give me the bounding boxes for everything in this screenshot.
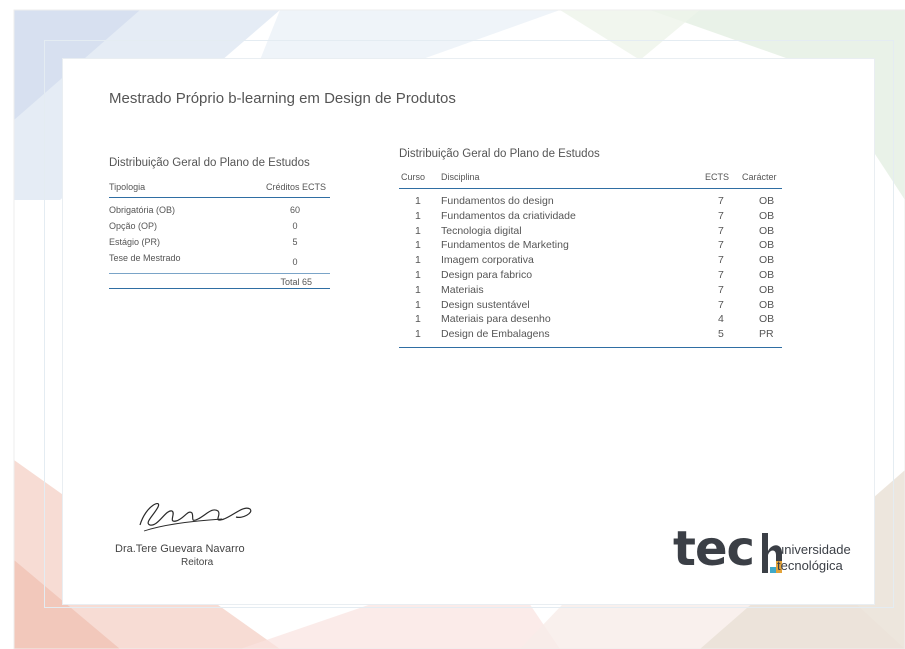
row-credits: 0 (292, 221, 298, 231)
header-rule (109, 197, 330, 198)
summary-row: Obrigatória (OB) 60 (109, 205, 330, 219)
cell-disciplina: Design de Embalagens (441, 328, 550, 341)
row-credits: 0 (292, 257, 298, 267)
summary-row: Opção (OP) 0 (109, 221, 330, 235)
summary-table-title: Distribuição Geral do Plano de Estudos (109, 157, 310, 169)
table-row: 1 Design de Embalagens 5 PR (415, 328, 774, 341)
cell-disciplina: Materiais para desenho (441, 313, 551, 326)
header-tipologia: Tipologia (109, 182, 146, 192)
header-creditos: Créditos ECTS (265, 182, 326, 192)
total-value: Total 65 (280, 277, 312, 287)
row-credits: 60 (289, 205, 301, 215)
cell-disciplina: Design para fabrico (441, 269, 533, 281)
detail-bottom-rule (399, 347, 782, 348)
row-credits: 5 (292, 237, 298, 247)
cell-disciplina: Fundamentos do design (441, 195, 554, 207)
table-row: 1 Materiais 7 OB (415, 283, 775, 296)
table-row: 1 Fundamentos de Marketing 7 OB (415, 239, 775, 252)
summary-row: Tese de Mestrado 0 (109, 253, 330, 267)
cell-disciplina: Fundamentos da criatividade (441, 209, 576, 222)
cell-disciplina: Imagem corporativa (441, 254, 534, 267)
row-type: Tese de Mestrado (109, 253, 181, 263)
logo-line-2: tecnológica (777, 558, 843, 573)
table-row: 1 Design sustentável 7 OB (415, 298, 775, 311)
logo-wordmark: tec (673, 521, 755, 577)
table-row: 1 Tecnologia digital 7 OB (415, 224, 775, 237)
summary-row: Estágio (PR) 5 (109, 237, 330, 251)
document-title: Mestrado Próprio b-learning em Design de… (109, 90, 456, 107)
row-type: Obrigatória (OB) (109, 205, 176, 215)
cell-disciplina: Fundamentos de Marketing (441, 239, 569, 252)
row-type: Estágio (PR) (109, 237, 161, 247)
table-row: 1 Design para fabrico 7 OB (415, 269, 775, 281)
logo-line-1: universidade (777, 542, 851, 557)
cell-disciplina: Design sustentável (441, 298, 530, 311)
row-type: Opção (OP) (109, 221, 158, 231)
signature-graphic (139, 503, 252, 532)
table-row: 1 Materiais para desenho 4 OB (415, 313, 775, 326)
signatory-role: Reitora (181, 557, 214, 568)
tech-logo: tec universidade tecnológica (673, 523, 863, 583)
detail-table-header: Curso Disciplina ECTS Carácter (399, 172, 782, 184)
header-ects: ECTS (705, 172, 730, 182)
header-caracter: Carácter (742, 172, 777, 182)
total-rule (109, 273, 330, 274)
table-row: 1 Fundamentos do design 7 OB (415, 195, 775, 207)
detail-table-title: Distribuição Geral do Plano de Estudos (399, 148, 600, 160)
cell-disciplina: Materiais (441, 283, 484, 296)
signatory-name: Dra.Tere Guevara Navarro (115, 543, 245, 555)
header-disciplina: Disciplina (441, 172, 480, 182)
detail-header-rule (399, 188, 782, 189)
bottom-rule (109, 288, 330, 289)
cell-disciplina: Tecnologia digital (441, 224, 522, 237)
header-curso: Curso (401, 172, 426, 182)
table-row: 1 Imagem corporativa 7 OB (415, 254, 775, 267)
table-row: 1 Fundamentos da criatividade 7 OB (415, 209, 775, 222)
